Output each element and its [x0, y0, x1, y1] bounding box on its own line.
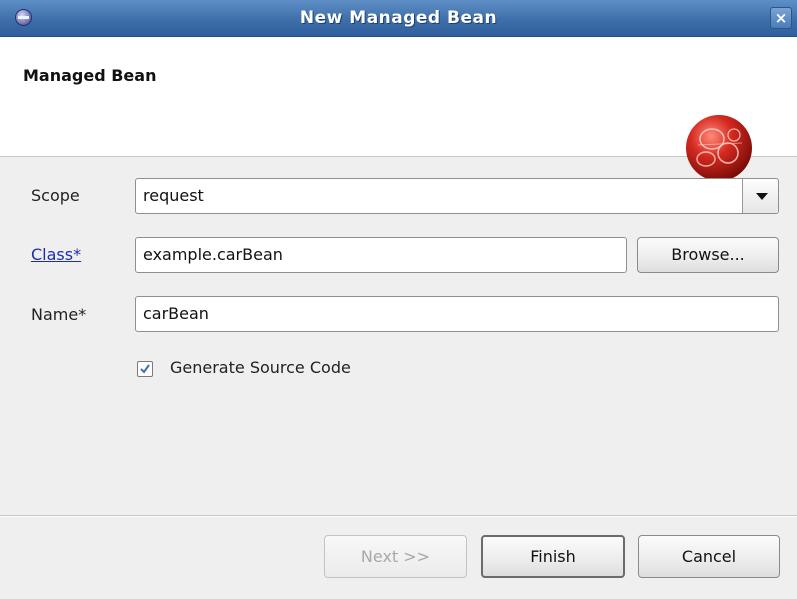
cancel-button[interactable]: Cancel	[638, 535, 780, 578]
dialog-window: New Managed Bean × Managed Bean Scope re	[0, 0, 797, 599]
close-button[interactable]: ×	[770, 7, 792, 29]
title-bar[interactable]: New Managed Bean ×	[0, 0, 797, 37]
chevron-down-icon[interactable]	[742, 179, 778, 213]
browse-label: Browse...	[671, 245, 745, 264]
cancel-label: Cancel	[681, 547, 737, 566]
name-field[interactable]: carBean	[135, 296, 779, 332]
scope-select[interactable]: request	[135, 178, 779, 214]
header-banner: Managed Bean	[0, 37, 797, 181]
next-label: Next >>	[360, 547, 431, 566]
class-link[interactable]: Class*	[31, 245, 81, 264]
name-value: carBean	[143, 304, 209, 323]
banner-title: Managed Bean	[23, 66, 157, 85]
generate-source-label[interactable]: Generate Source Code	[170, 358, 351, 377]
finish-label: Finish	[530, 547, 576, 566]
next-button[interactable]: Next >>	[324, 535, 467, 578]
faces-config-logo-icon	[686, 115, 752, 181]
class-value: example.carBean	[143, 245, 283, 264]
class-field[interactable]: example.carBean	[135, 237, 627, 273]
checkmark-icon	[140, 364, 150, 374]
name-label: Name*	[31, 305, 87, 324]
scope-value: request	[143, 186, 204, 205]
generate-source-checkbox[interactable]	[137, 361, 153, 377]
button-separator	[0, 515, 797, 517]
finish-button[interactable]: Finish	[481, 535, 625, 578]
window-title: New Managed Bean	[299, 8, 498, 28]
browse-button[interactable]: Browse...	[637, 237, 779, 273]
scope-label: Scope	[31, 186, 80, 205]
close-icon: ×	[774, 9, 788, 27]
